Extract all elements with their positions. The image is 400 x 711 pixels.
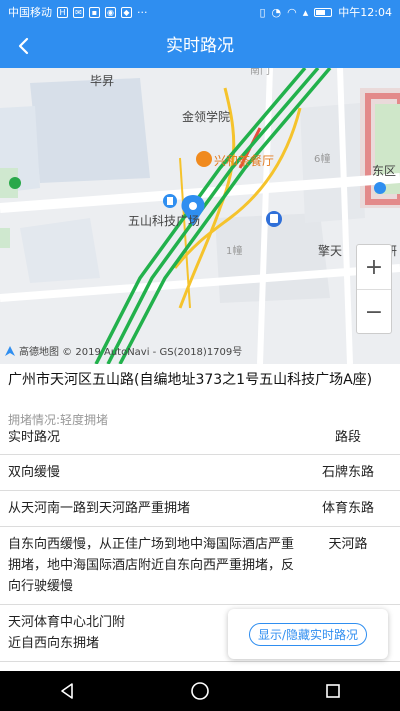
map-label-building6: 6幢: [314, 154, 331, 165]
row-section: 天河路: [328, 537, 368, 552]
app-icon: ◉: [105, 6, 116, 18]
nav-back-button[interactable]: [47, 676, 87, 706]
status-bar: 中国移动 H ✉ ▪ ◉ ◆ ··· ▯ ◔ ◠ ▴ 中午12:04: [0, 0, 400, 24]
map-label-nanmen: 南门: [250, 68, 270, 77]
image-icon: ▪: [89, 6, 100, 18]
page-title: 实时路况: [166, 36, 234, 56]
row-section: 体育东路: [321, 501, 374, 516]
square-recents-icon: [326, 684, 341, 698]
map-label-dongqu: 东区: [372, 164, 397, 178]
map-copyright: 高德地图 © 2019 AutoNavi - GS(2018)1709号: [19, 347, 243, 358]
map-app-icon: ◆: [121, 6, 132, 18]
table-row: 双向缓慢 石牌东路: [0, 455, 400, 491]
hd-icon: H: [57, 6, 68, 18]
map-label-restaurant: 兴和茶餐厅: [214, 154, 275, 168]
triangle-back-icon: [60, 683, 73, 699]
zoom-in-button[interactable]: +: [357, 245, 391, 290]
nav-home-button[interactable]: [180, 676, 220, 706]
circle-home-icon: [191, 682, 209, 700]
zoom-out-button[interactable]: −: [357, 290, 391, 335]
more-icon: ···: [137, 5, 148, 19]
map-attribution: 高德地图 © 2019 AutoNavi - GS(2018)1709号: [4, 343, 242, 358]
map-label-wushan-park: 五山科技广场: [128, 214, 201, 228]
map-view[interactable]: 毕昇 金领学院 兴和茶餐厅 五山科技广场 6幢 1幢 东区 擎天 研 南门 + …: [0, 68, 400, 364]
map-label-jinling: 金领学院: [182, 110, 231, 124]
row-section: 石牌东路: [321, 465, 374, 480]
row-status: 双向缓慢: [8, 465, 61, 480]
row-status: 自东向西缓慢，从正佳广场到地中海国际酒店严重拥堵，地中海国际酒店附近自东向西严重…: [8, 537, 295, 594]
title-bar: 实时路况: [0, 24, 400, 68]
carrier-label: 中国移动: [8, 6, 52, 19]
battery-icon: [314, 7, 333, 17]
table-row: 从天河南一路到天河路严重拥堵 体育东路: [0, 491, 400, 527]
table-header: 实时路况 路段: [0, 417, 400, 455]
nav-recents-button[interactable]: [313, 676, 353, 706]
header-status: 实时路况: [8, 430, 61, 445]
address-text: 广州市天河区五山路(自编地址373之1号五山科技广场A座): [8, 372, 373, 388]
amap-logo-icon: [5, 345, 15, 356]
alarm-icon: ◔: [271, 5, 282, 19]
navigation-bar: [0, 671, 400, 711]
header-section: 路段: [334, 430, 361, 445]
toggle-traffic-button[interactable]: 显示/隐藏实时路况: [248, 622, 368, 646]
map-label-bisheng: 毕昇: [90, 74, 115, 88]
map-label-building1: 1幢: [226, 246, 243, 257]
zoom-control: + −: [356, 244, 392, 334]
signal-icon: ▴: [302, 5, 309, 19]
vibrate-icon: ▯: [259, 5, 266, 19]
clock: 中午12:04: [338, 6, 392, 19]
message-icon: ✉: [73, 6, 84, 18]
wifi-icon: ◠: [287, 5, 297, 19]
table-row: 自东向西缓慢，从正佳广场到地中海国际酒店严重拥堵，地中海国际酒店附近自东向西严重…: [0, 527, 400, 605]
row-status: 从天河南一路到天河路严重拥堵: [8, 501, 191, 516]
map-label-qingtian: 擎天: [318, 244, 343, 258]
toggle-card: 显示/隐藏实时路况: [228, 609, 388, 659]
